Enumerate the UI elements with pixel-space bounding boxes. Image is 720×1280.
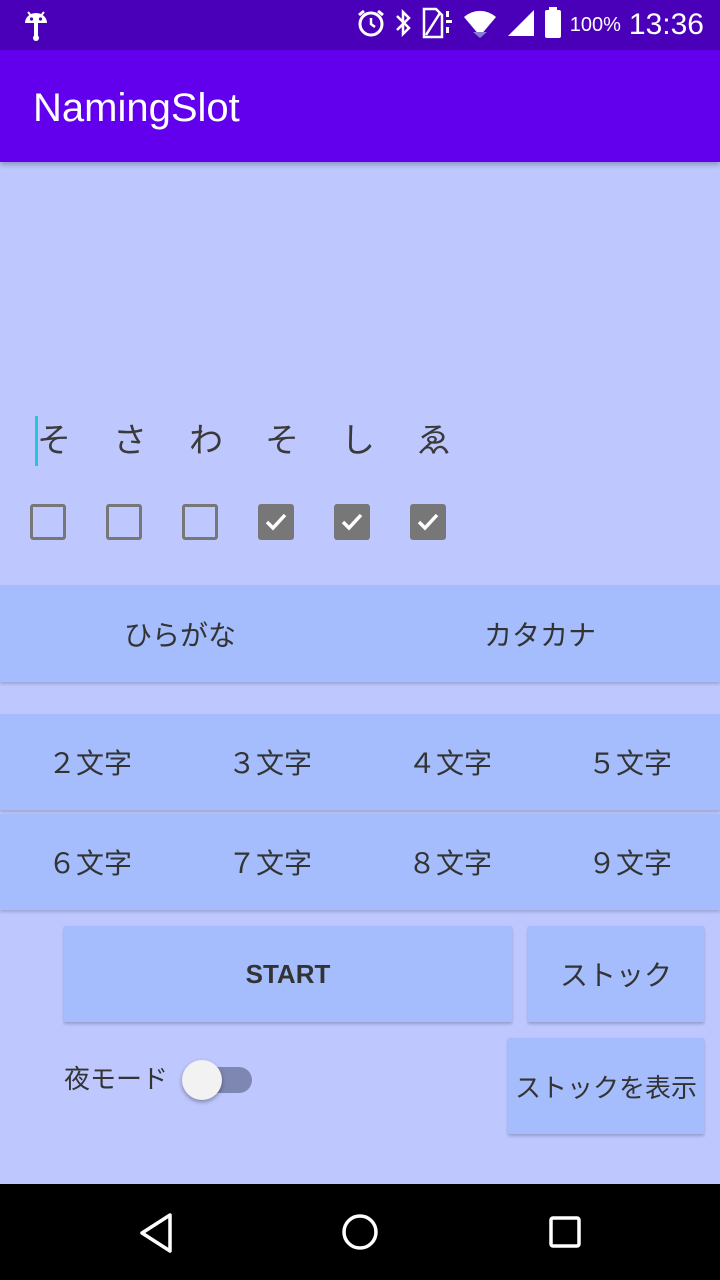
check-icon xyxy=(265,513,287,531)
show-stock-button-label: ストックを表示 xyxy=(514,1073,697,1104)
lock-checkbox-5[interactable] xyxy=(334,504,370,540)
navigation-bar xyxy=(0,1184,720,1280)
lock-checkbox-4[interactable] xyxy=(258,504,294,540)
wifi-icon xyxy=(462,8,498,42)
length-4-button[interactable]: ４文字 xyxy=(360,714,540,810)
lock-checkbox-2[interactable] xyxy=(106,504,142,540)
home-icon[interactable] xyxy=(341,1213,379,1255)
length-8-button[interactable]: ８文字 xyxy=(360,814,540,910)
slot-char-1[interactable]: そ xyxy=(24,418,84,464)
katakana-button[interactable]: カタカナ xyxy=(360,585,720,682)
length-2-button[interactable]: ２文字 xyxy=(0,714,180,810)
alarm-icon xyxy=(356,8,386,42)
bluetooth-icon xyxy=(394,8,412,42)
lock-checkbox-3[interactable] xyxy=(182,504,218,540)
check-icon xyxy=(341,513,363,531)
stock-button[interactable]: ストック xyxy=(528,926,704,1022)
switch-thumb[interactable] xyxy=(182,1060,222,1100)
lock-checkbox-1[interactable] xyxy=(30,504,66,540)
app-title: NamingSlot xyxy=(33,86,240,130)
hiragana-button[interactable]: ひらがな xyxy=(0,585,360,682)
length-3-button[interactable]: ３文字 xyxy=(180,714,360,810)
slot-char-6[interactable]: ゑ xyxy=(404,418,464,464)
signal-icon xyxy=(506,8,536,42)
app-bar: NamingSlot xyxy=(0,50,720,162)
slot-char-5[interactable]: し xyxy=(328,418,388,464)
status-bar: 100% 13:36 xyxy=(0,0,720,50)
battery-icon xyxy=(544,7,562,43)
start-button-label: START xyxy=(245,958,331,989)
slot-char-2[interactable]: さ xyxy=(100,418,160,464)
recents-icon[interactable] xyxy=(548,1215,582,1253)
clock: 13:36 xyxy=(628,8,704,41)
script-selector: ひらがな カタカナ xyxy=(0,585,720,682)
length-row-2: ６文字 ７文字 ８文字 ９文字 xyxy=(0,814,720,910)
battery-percent: 100% xyxy=(569,13,621,36)
check-icon xyxy=(417,513,439,531)
no-sim-icon xyxy=(420,7,454,43)
length-5-button[interactable]: ５文字 xyxy=(540,714,720,810)
lock-checkbox-6[interactable] xyxy=(410,504,446,540)
show-stock-button[interactable]: ストックを表示 xyxy=(508,1038,704,1134)
stock-button-label: ストック xyxy=(559,959,672,992)
slot-char-3[interactable]: わ xyxy=(176,418,236,464)
length-9-button[interactable]: ９文字 xyxy=(540,814,720,910)
length-row-1: ２文字 ３文字 ４文字 ５文字 xyxy=(0,714,720,810)
slot-char-4[interactable]: そ xyxy=(252,418,312,464)
back-icon[interactable] xyxy=(136,1212,176,1258)
length-6-button[interactable]: ６文字 xyxy=(0,814,180,910)
android-icon xyxy=(22,9,50,45)
start-button[interactable]: START xyxy=(64,926,512,1022)
night-mode-label: 夜モード xyxy=(64,1065,169,1095)
length-7-button[interactable]: ７文字 xyxy=(180,814,360,910)
